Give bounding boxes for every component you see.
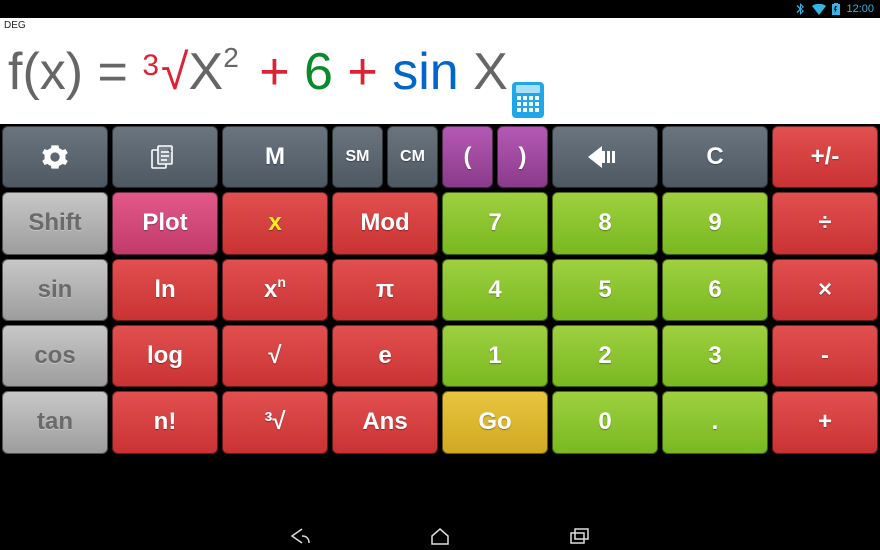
home-icon[interactable]: [430, 527, 450, 545]
lparen-button[interactable]: (: [442, 126, 493, 188]
expr-sqrt: √: [161, 43, 188, 101]
sin-button[interactable]: sin: [2, 259, 108, 321]
cos-button[interactable]: cos: [2, 325, 108, 387]
power-button[interactable]: xn: [222, 259, 328, 321]
expr-sin: sin: [392, 42, 473, 102]
clear-button[interactable]: C: [662, 126, 768, 188]
expression: f(x) = 3 √ X 2 + 6 + sin X: [8, 42, 544, 114]
expr-root-index: 3: [142, 49, 159, 83]
var-x-button[interactable]: x: [222, 192, 328, 254]
divide-button[interactable]: ÷: [772, 192, 878, 254]
minus-button[interactable]: -: [772, 325, 878, 387]
expr-x1: X: [189, 42, 224, 102]
pi-button[interactable]: π: [332, 259, 438, 321]
expr-plus2: +: [333, 42, 392, 102]
digit-4-button[interactable]: 4: [442, 259, 548, 321]
plusminus-button[interactable]: +/-: [772, 126, 878, 188]
digit-0-button[interactable]: 0: [552, 391, 658, 453]
tan-button[interactable]: tan: [2, 391, 108, 453]
factorial-button[interactable]: n!: [112, 391, 218, 453]
e-button[interactable]: e: [332, 325, 438, 387]
bluetooth-icon: [796, 3, 806, 15]
wifi-icon: [812, 4, 826, 15]
sqrt-button[interactable]: √: [222, 325, 328, 387]
android-nav-bar: [0, 522, 880, 550]
memory-button[interactable]: M: [222, 126, 328, 188]
expr-plus1: +: [245, 42, 304, 102]
expr-fx: f(x): [8, 42, 83, 102]
backspace-button[interactable]: [552, 126, 658, 188]
digit-5-button[interactable]: 5: [552, 259, 658, 321]
rparen-button[interactable]: ): [497, 126, 548, 188]
digit-7-button[interactable]: 7: [442, 192, 548, 254]
status-time: 12:00: [846, 3, 874, 15]
digit-8-button[interactable]: 8: [552, 192, 658, 254]
digit-3-button[interactable]: 3: [662, 325, 768, 387]
backspace-icon: [588, 146, 622, 168]
battery-icon: [832, 3, 840, 15]
sm-button[interactable]: SM: [332, 126, 383, 188]
android-status-bar: 12:00: [0, 0, 880, 18]
expr-x2: X: [473, 42, 508, 102]
documents-icon: [150, 144, 180, 170]
cm-button[interactable]: CM: [387, 126, 438, 188]
angle-mode-indicator: DEG: [4, 20, 26, 31]
log-button[interactable]: log: [112, 325, 218, 387]
recents-icon[interactable]: [570, 528, 592, 544]
digit-9-button[interactable]: 9: [662, 192, 768, 254]
expr-exp2: 2: [223, 42, 239, 74]
multiply-button[interactable]: ×: [772, 259, 878, 321]
digit-1-button[interactable]: 1: [442, 325, 548, 387]
back-icon[interactable]: [288, 527, 310, 545]
ln-button[interactable]: ln: [112, 259, 218, 321]
shift-button[interactable]: Shift: [2, 192, 108, 254]
cuberoot-button[interactable]: ³√: [222, 391, 328, 453]
go-button[interactable]: Go: [442, 391, 548, 453]
calculator-display: DEG f(x) = 3 √ X 2 + 6 + sin X: [0, 18, 880, 124]
expr-eq: =: [83, 42, 142, 102]
history-button[interactable]: [112, 126, 218, 188]
keypad: M SM CM ( ) C +/- Shift Plot x Mod 7 8 9…: [0, 124, 880, 522]
decimal-button[interactable]: .: [662, 391, 768, 453]
plus-button[interactable]: +: [772, 391, 878, 453]
digit-6-button[interactable]: 6: [662, 259, 768, 321]
ans-button[interactable]: Ans: [332, 391, 438, 453]
mod-button[interactable]: Mod: [332, 192, 438, 254]
expr-six: 6: [304, 42, 333, 102]
settings-button[interactable]: [2, 126, 108, 188]
calculator-icon[interactable]: [512, 82, 544, 118]
digit-2-button[interactable]: 2: [552, 325, 658, 387]
gear-icon: [41, 143, 69, 171]
plot-button[interactable]: Plot: [112, 192, 218, 254]
